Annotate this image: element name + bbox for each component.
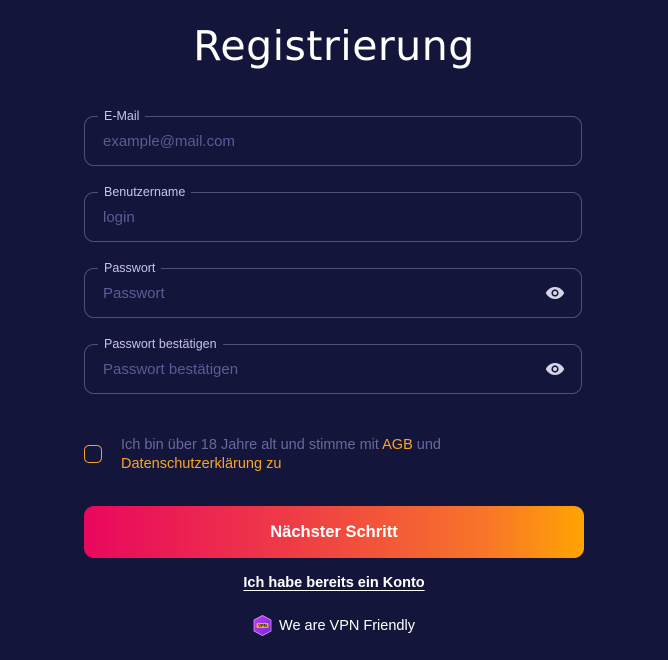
privacy-link[interactable]: Datenschutzerklärung zu xyxy=(121,456,281,472)
agb-link[interactable]: AGB xyxy=(382,437,413,453)
consent-text-before: Ich bin über 18 Jahre alt und stimme mit xyxy=(121,437,383,453)
confirm-password-field: Passwort bestätigen xyxy=(84,336,582,394)
login-link[interactable]: Ich habe bereits ein Konto xyxy=(243,575,424,591)
vpn-friendly-text: We are VPN Friendly xyxy=(279,617,415,634)
username-input[interactable] xyxy=(103,193,523,241)
confirm-password-input[interactable] xyxy=(103,345,523,393)
page-title: Registrierung xyxy=(193,22,475,70)
age-consent-checkbox[interactable] xyxy=(84,445,102,463)
consent-text-middle: und xyxy=(412,437,441,453)
email-input[interactable] xyxy=(103,117,523,165)
registration-page: Registrierung E-Mail Benutzername Passwo… xyxy=(0,0,668,660)
username-field: Benutzername xyxy=(84,184,582,242)
eye-icon[interactable] xyxy=(545,286,565,300)
password-field: Passwort xyxy=(84,260,582,318)
login-link-row: Ich habe bereits ein Konto xyxy=(0,575,668,591)
eye-icon[interactable] xyxy=(545,362,565,376)
next-step-button[interactable]: Nächster Schritt xyxy=(84,506,584,558)
consent-text: Ich bin über 18 Jahre alt und stimme mit… xyxy=(121,436,501,474)
vpn-badge-text: VPN xyxy=(258,623,267,628)
vpn-friendly-badge-icon: VPN xyxy=(253,615,272,636)
email-field: E-Mail xyxy=(84,108,582,166)
password-input[interactable] xyxy=(103,269,523,317)
vpn-friendly-row: VPN We are VPN Friendly xyxy=(0,615,668,640)
